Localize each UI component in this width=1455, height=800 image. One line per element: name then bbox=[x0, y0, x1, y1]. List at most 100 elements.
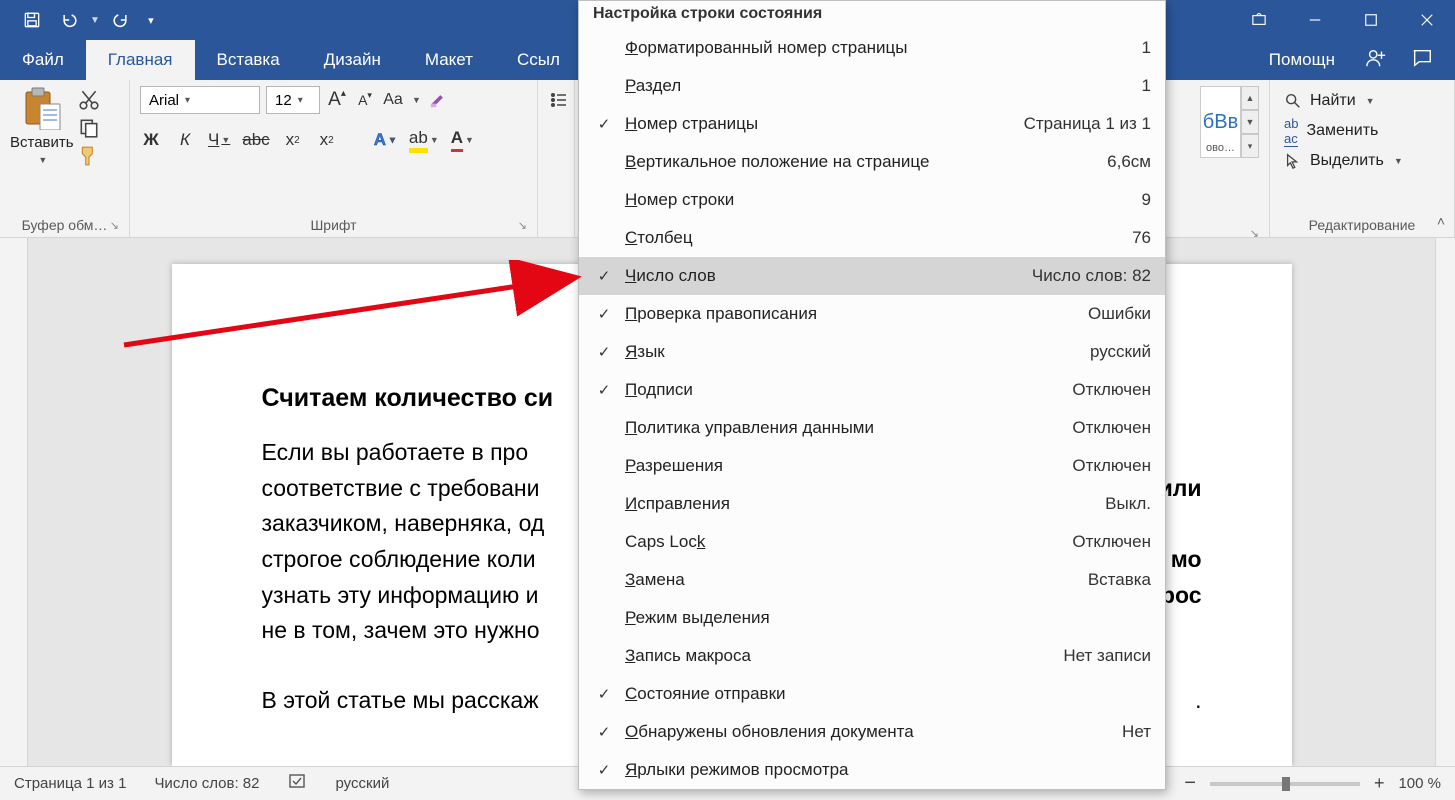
close-button[interactable] bbox=[1399, 0, 1455, 40]
format-painter-button[interactable] bbox=[78, 146, 100, 166]
context-menu-label: Замена bbox=[625, 570, 1068, 590]
share-person-icon[interactable] bbox=[1365, 47, 1387, 74]
font-color-button[interactable]: A▼ bbox=[451, 128, 474, 152]
context-menu-item[interactable]: Вертикальное положение на странице6,6см bbox=[579, 143, 1165, 181]
text-effects-button[interactable]: A▼ bbox=[374, 128, 397, 152]
status-words[interactable]: Число слов: 82 bbox=[154, 775, 259, 792]
context-menu-label: Столбец bbox=[625, 228, 1112, 248]
clipboard-dialog-launcher[interactable]: ↘ bbox=[110, 219, 119, 232]
context-menu-label: Обнаружены обновления документа bbox=[625, 722, 1102, 742]
context-menu-item[interactable]: ✓ПодписиОтключен bbox=[579, 371, 1165, 409]
check-icon: ✓ bbox=[591, 267, 617, 285]
status-language[interactable]: русский bbox=[336, 775, 390, 792]
save-button[interactable] bbox=[14, 2, 50, 38]
context-menu-item[interactable]: Раздел1 bbox=[579, 67, 1165, 105]
ribbon-display-options-button[interactable] bbox=[1231, 0, 1287, 40]
context-menu-value: Отключен bbox=[1060, 380, 1151, 400]
clipboard-group-label: Буфер обм… bbox=[22, 217, 108, 233]
context-menu-item[interactable]: Запись макроса Нет записи bbox=[579, 637, 1165, 675]
context-menu-label: Язык bbox=[625, 342, 1070, 362]
highlight-button[interactable]: ab▼ bbox=[409, 128, 439, 152]
superscript-button[interactable]: x2 bbox=[316, 128, 338, 152]
tab-design[interactable]: Дизайн bbox=[302, 40, 403, 80]
styles-down-button[interactable]: ▼ bbox=[1241, 110, 1259, 134]
context-menu-value: Нет записи bbox=[1051, 646, 1151, 666]
grow-font-button[interactable]: A▴ bbox=[326, 88, 348, 112]
paste-button[interactable]: Вставить ▼ bbox=[10, 86, 74, 165]
font-dialog-launcher[interactable]: ↘ bbox=[518, 219, 527, 232]
change-case-button[interactable]: Aa bbox=[382, 88, 404, 112]
context-menu-item[interactable]: ✓Языкрусский bbox=[579, 333, 1165, 371]
context-menu-item[interactable]: Caps LockОтключен bbox=[579, 523, 1165, 561]
context-menu-item[interactable]: Форматированный номер страницы1 bbox=[579, 29, 1165, 67]
context-menu-item[interactable]: ✓Состояние отправки bbox=[579, 675, 1165, 713]
shrink-font-button[interactable]: A▾ bbox=[354, 88, 376, 112]
context-menu-value: Отключен bbox=[1060, 532, 1151, 552]
tab-references[interactable]: Ссыл bbox=[495, 40, 582, 80]
find-button[interactable]: Найти▼ bbox=[1280, 86, 1444, 116]
styles-up-button[interactable]: ▲ bbox=[1241, 86, 1259, 110]
copy-button[interactable] bbox=[78, 118, 100, 138]
minimize-button[interactable] bbox=[1287, 0, 1343, 40]
context-menu-value: 76 bbox=[1120, 228, 1151, 248]
font-name-combo[interactable]: Arial▾ bbox=[140, 86, 260, 114]
comments-icon[interactable] bbox=[1411, 47, 1433, 74]
redo-button[interactable] bbox=[102, 2, 138, 38]
font-size-combo[interactable]: 12▾ bbox=[266, 86, 320, 114]
context-menu-label: Запись макроса bbox=[625, 646, 1043, 666]
strikethrough-button[interactable]: abc bbox=[242, 128, 269, 152]
zoom-out-button[interactable]: − bbox=[1184, 772, 1196, 795]
status-page[interactable]: Страница 1 из 1 bbox=[14, 775, 126, 792]
context-menu-value: Отключен bbox=[1060, 456, 1151, 476]
font-group: Arial▾ 12▾ A▴ A▾ Aa▼ Ж К Ч▼ abc x2 x2 A▼… bbox=[130, 80, 538, 237]
context-menu-label: Политика управления данными bbox=[625, 418, 1052, 438]
check-icon: ✓ bbox=[591, 381, 617, 399]
font-group-label: Шрифт bbox=[310, 217, 356, 233]
subscript-button[interactable]: x2 bbox=[282, 128, 304, 152]
context-menu-item[interactable]: Замена Вставка bbox=[579, 561, 1165, 599]
underline-button[interactable]: Ч▼ bbox=[208, 128, 230, 152]
cut-button[interactable] bbox=[78, 90, 100, 110]
context-menu-value: Ошибки bbox=[1076, 304, 1151, 324]
context-menu-item[interactable]: ✓Проверка правописанияОшибки bbox=[579, 295, 1165, 333]
undo-button[interactable] bbox=[52, 2, 88, 38]
zoom-slider[interactable] bbox=[1210, 782, 1360, 786]
qat-customize-button[interactable]: ▾ bbox=[140, 2, 162, 38]
context-menu-item[interactable]: Режим выделения bbox=[579, 599, 1165, 637]
context-menu-label: Разрешения bbox=[625, 456, 1052, 476]
context-menu-label: Режим выделения bbox=[625, 608, 1131, 628]
tab-help[interactable]: Помощн bbox=[1263, 50, 1341, 70]
context-menu-item[interactable]: Номер строки9 bbox=[579, 181, 1165, 219]
status-proofing-icon[interactable] bbox=[288, 773, 308, 795]
select-button[interactable]: Выделить▼ bbox=[1280, 146, 1444, 176]
context-menu-value: Вставка bbox=[1076, 570, 1151, 590]
tab-layout[interactable]: Макет bbox=[403, 40, 495, 80]
tab-file[interactable]: Файл bbox=[0, 40, 86, 80]
italic-button[interactable]: К bbox=[174, 128, 196, 152]
style-sample[interactable]: бВв ово… bbox=[1200, 86, 1241, 158]
context-menu-item[interactable]: ✓Номер страницыСтраница 1 из 1 bbox=[579, 105, 1165, 143]
bold-button[interactable]: Ж bbox=[140, 128, 162, 152]
context-menu-item[interactable]: Столбец 76 bbox=[579, 219, 1165, 257]
replace-button[interactable]: abac Заменить bbox=[1280, 116, 1444, 146]
bullets-button[interactable] bbox=[548, 88, 570, 112]
zoom-level[interactable]: 100 % bbox=[1398, 775, 1441, 792]
check-icon: ✓ bbox=[591, 723, 617, 741]
vertical-scrollbar[interactable] bbox=[1435, 238, 1455, 766]
tab-home[interactable]: Главная bbox=[86, 40, 195, 80]
context-menu-label: Номер строки bbox=[625, 190, 1122, 210]
zoom-in-button[interactable]: + bbox=[1374, 773, 1385, 794]
context-menu-item[interactable]: ✓Ярлыки режимов просмотра bbox=[579, 751, 1165, 789]
clear-formatting-button[interactable] bbox=[427, 88, 449, 112]
context-menu-item[interactable]: ✓Обнаружены обновления документаНет bbox=[579, 713, 1165, 751]
context-menu-item[interactable]: Разрешения Отключен bbox=[579, 447, 1165, 485]
context-menu-label: Проверка правописания bbox=[625, 304, 1068, 324]
maximize-button[interactable] bbox=[1343, 0, 1399, 40]
collapse-ribbon-button[interactable]: ˄ bbox=[1437, 213, 1445, 229]
context-menu-item[interactable]: Политика управления даннымиОтключен bbox=[579, 409, 1165, 447]
context-menu-label: Форматированный номер страницы bbox=[625, 38, 1122, 58]
context-menu-item[interactable]: ИсправленияВыкл. bbox=[579, 485, 1165, 523]
styles-more-button[interactable]: ▾ bbox=[1241, 134, 1259, 158]
tab-insert[interactable]: Вставка bbox=[195, 40, 302, 80]
context-menu-item[interactable]: ✓Число словЧисло слов: 82 bbox=[579, 257, 1165, 295]
